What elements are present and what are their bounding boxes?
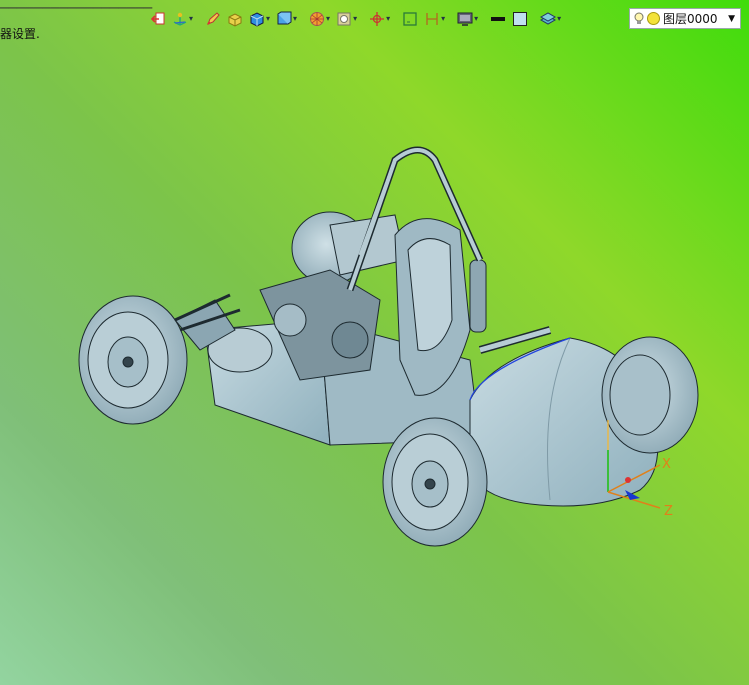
front-right-wheel [601, 336, 699, 454]
graphics-viewport[interactable]: ▁▁▁▁▁▁▁▁▁▁▁▁▁▁▁▁▁▁ 器设置. ▾ ▾ ▾ ▾ ▾ ▾ ▾ ▾ … [0, 0, 749, 685]
front-left-wheel [382, 417, 488, 547]
x-axis-label: X [662, 457, 671, 472]
race-car-model[interactable]: X Z [0, 0, 749, 685]
rear-left-wheel [78, 295, 188, 425]
z-axis-label: Z [664, 504, 673, 519]
